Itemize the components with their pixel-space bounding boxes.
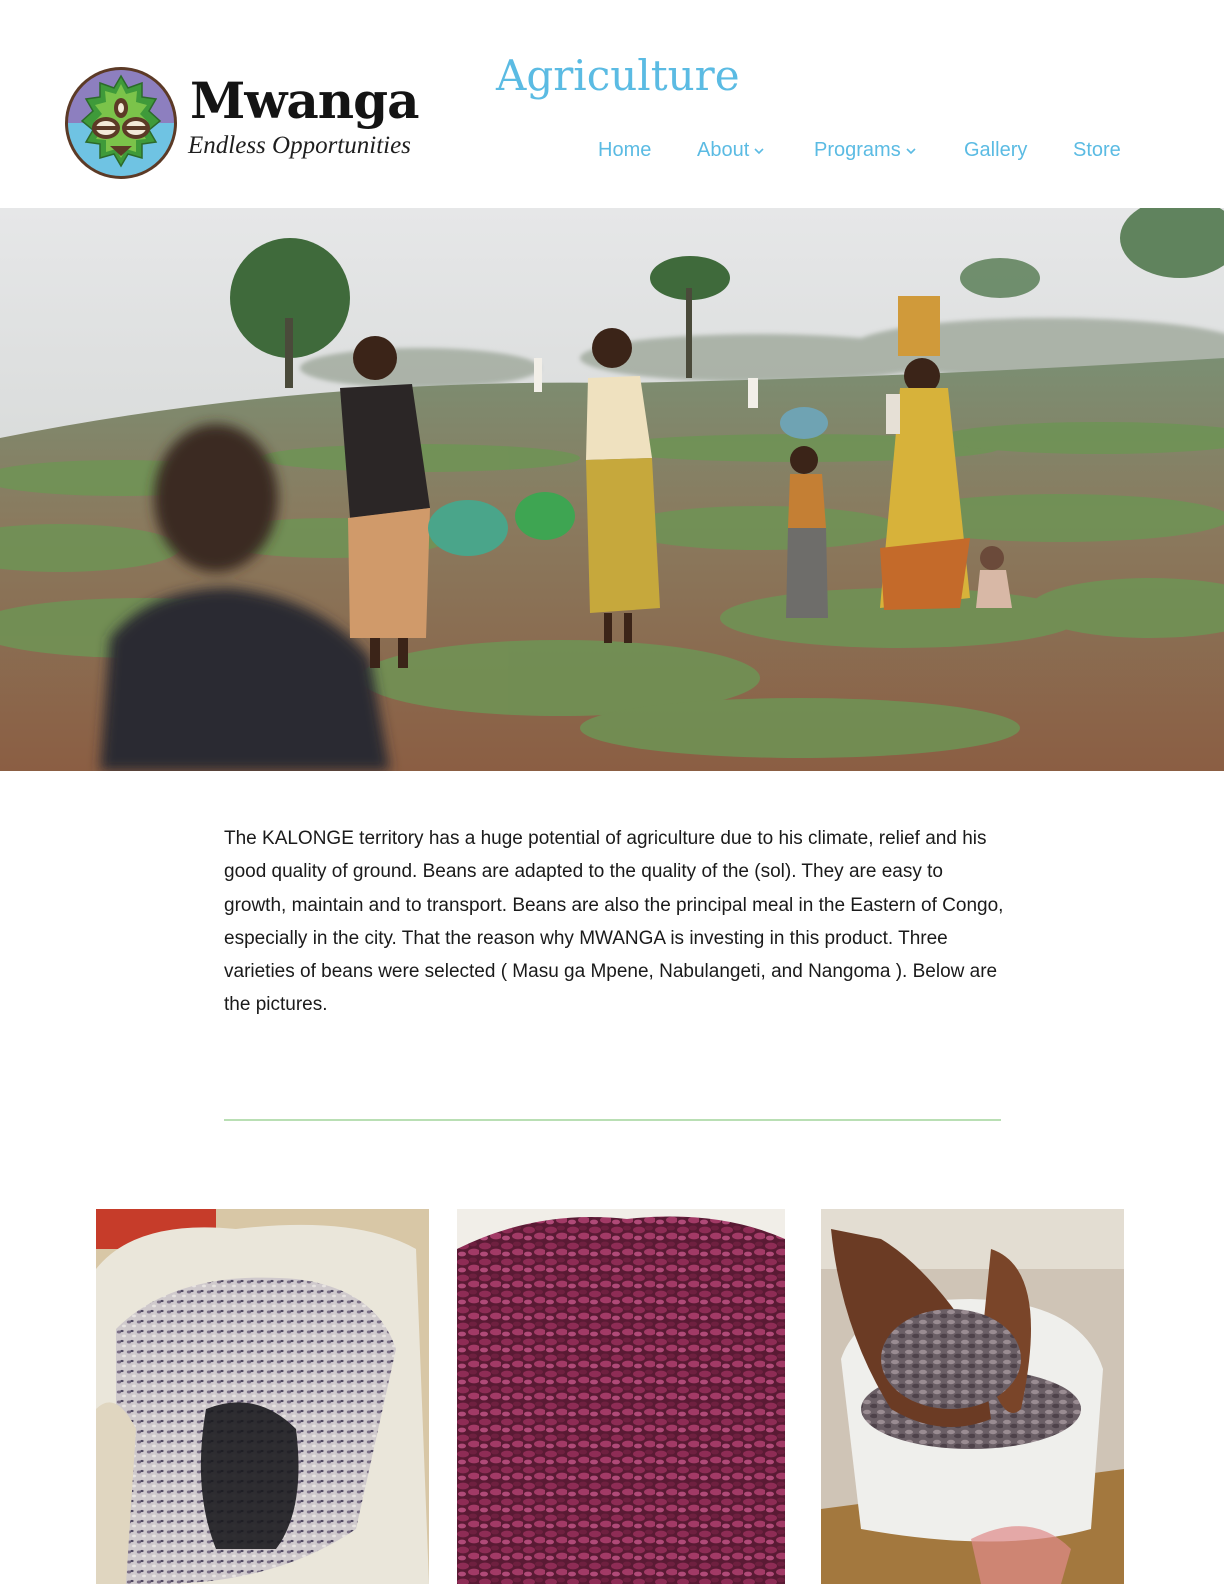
intro-paragraph: The KALONGE territory has a huge potenti… bbox=[224, 828, 1004, 1016]
chevron-down-icon bbox=[906, 148, 916, 154]
nav-home-label: Home bbox=[598, 139, 652, 161]
gallery-photo-beans-sack[interactable] bbox=[96, 1209, 429, 1584]
red-beans-photo bbox=[457, 1209, 785, 1584]
nav-gallery-label: Gallery bbox=[964, 139, 1028, 161]
nav-programs-label: Programs bbox=[814, 139, 901, 161]
nav-about-label: About bbox=[697, 139, 750, 161]
gallery-photo-hands-beans[interactable] bbox=[821, 1209, 1124, 1584]
nav-programs-link[interactable]: Programs bbox=[814, 132, 917, 168]
beans-sack-photo bbox=[96, 1209, 429, 1584]
nav-gallery-link[interactable]: Gallery bbox=[964, 132, 1027, 168]
hero-image-farmers-field bbox=[0, 208, 1224, 771]
page-title: Agriculture bbox=[496, 51, 740, 100]
hands-beans-photo bbox=[821, 1209, 1124, 1584]
nav-store-link[interactable]: Store bbox=[1073, 132, 1121, 168]
main-nav: Home About Programs Gallery Store bbox=[0, 132, 1224, 168]
gallery-photo-red-beans[interactable] bbox=[457, 1209, 785, 1584]
section-divider bbox=[224, 1119, 1001, 1121]
brand-name: Mwanga bbox=[190, 71, 419, 130]
chevron-down-icon bbox=[754, 148, 764, 154]
hero-photo bbox=[0, 208, 1224, 771]
nav-store-label: Store bbox=[1073, 139, 1121, 161]
nav-about-link[interactable]: About bbox=[697, 132, 765, 168]
nav-home-link[interactable]: Home bbox=[598, 132, 651, 168]
